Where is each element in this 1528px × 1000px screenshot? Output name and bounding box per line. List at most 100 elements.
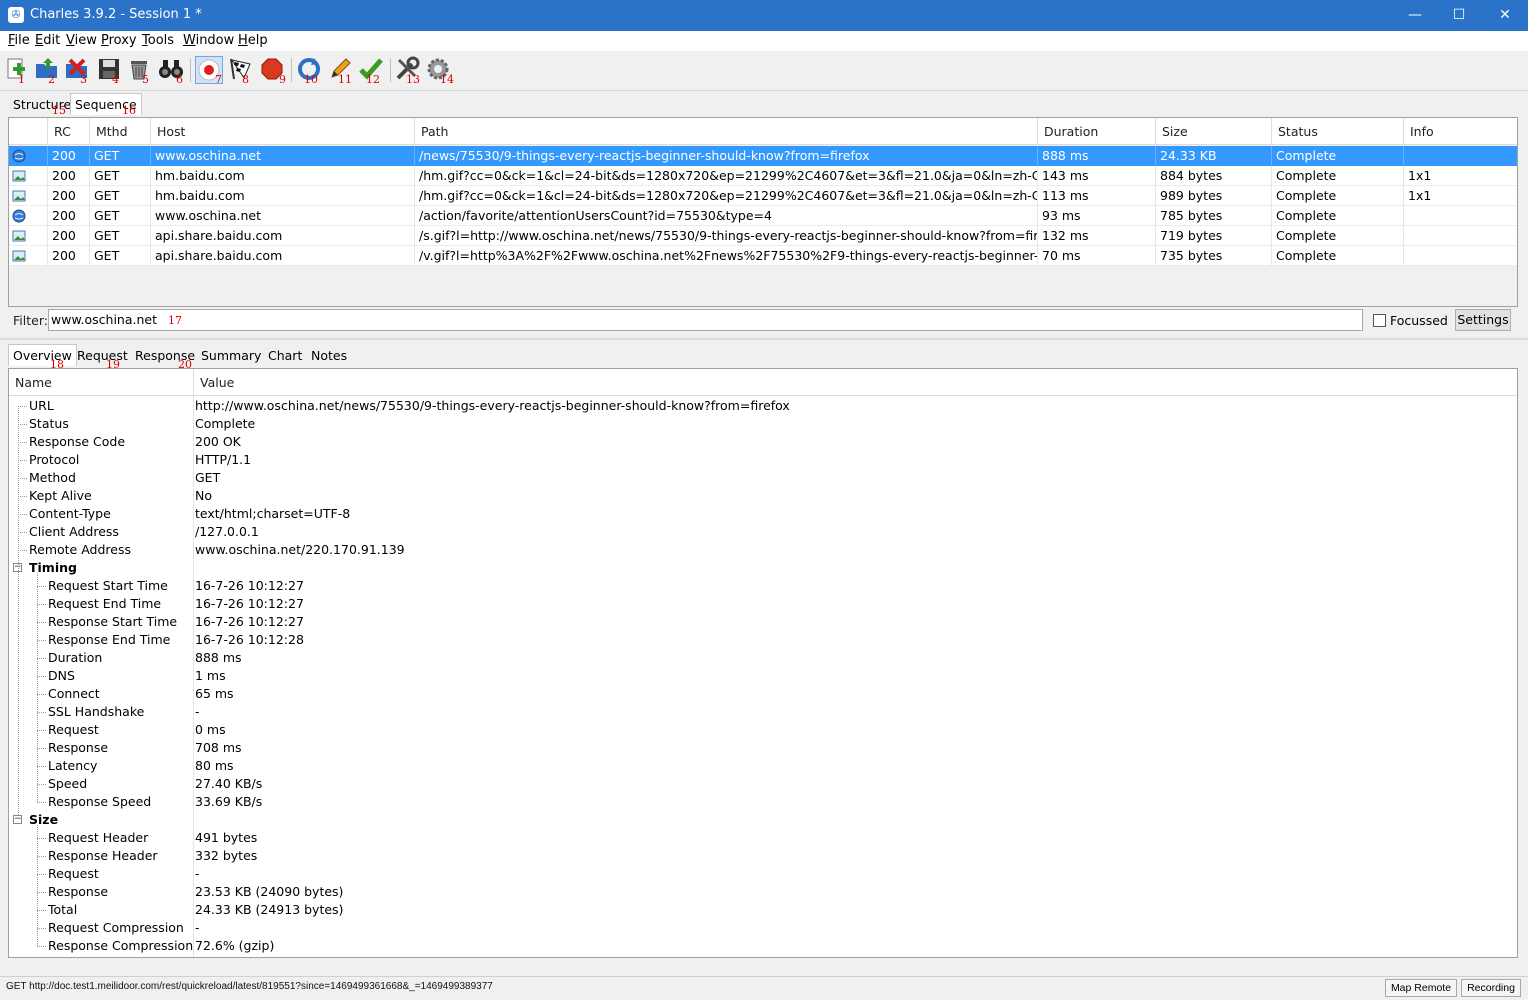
- menu-accelerator: W: [183, 33, 196, 48]
- column-info[interactable]: Info: [1403, 118, 1517, 145]
- property-row: SSL Handshake -: [9, 703, 1517, 721]
- minimize-button[interactable]: —: [1392, 0, 1438, 31]
- tree-line: [37, 825, 38, 946]
- column-size[interactable]: Size: [1155, 118, 1271, 145]
- tree-group[interactable]: Timing −: [9, 559, 1517, 577]
- save-session-icon[interactable]: [96, 56, 124, 84]
- property-name: Total: [48, 902, 78, 917]
- window-title: Charles 3.9.2 - Session 1 *: [30, 7, 202, 22]
- cell-path: /hm.gif?cc=0&ck=1&cl=24-bit&ds=1280x720&…: [414, 166, 1037, 186]
- collapse-icon[interactable]: −: [13, 815, 22, 824]
- tree-line: [18, 514, 27, 515]
- tab-chart[interactable]: Chart: [263, 344, 307, 366]
- menu-accelerator: P: [101, 33, 109, 48]
- annotation-number: 2: [48, 73, 55, 86]
- map-remote-button[interactable]: Map Remote: [1385, 979, 1457, 997]
- request-table: RC Mthd Host Path Duration Size Status I…: [8, 117, 1518, 307]
- close-session-icon[interactable]: [64, 56, 92, 84]
- filter-value: www.oschina.net: [51, 312, 157, 327]
- filter-input[interactable]: www.oschina.net: [48, 309, 1363, 331]
- menu-accelerator: H: [238, 33, 248, 48]
- tree-line: [18, 550, 27, 551]
- tree-line: [18, 460, 27, 461]
- property-value: 23.53 KB (24090 bytes): [195, 884, 344, 899]
- close-button[interactable]: ✕: [1482, 0, 1528, 31]
- column-duration[interactable]: Duration: [1037, 118, 1155, 145]
- property-value: 332 bytes: [195, 848, 258, 863]
- image-icon: [12, 229, 26, 243]
- table-row[interactable]: 200 GET api.share.baidu.com/s.gif?l=http:/…: [9, 226, 1517, 246]
- cell-method: GET: [89, 146, 150, 166]
- tree-line: [18, 532, 27, 533]
- focussed-label[interactable]: Focussed: [1390, 313, 1448, 328]
- cell-host: hm.baidu.com: [150, 186, 414, 206]
- property-value: /127.0.0.1: [195, 524, 259, 539]
- property-value: 27.40 KB/s: [195, 776, 263, 791]
- recording-button[interactable]: Recording: [1461, 979, 1521, 997]
- menu-help[interactable]: Help: [238, 33, 268, 48]
- column-method[interactable]: Mthd: [89, 118, 149, 145]
- clear-session-icon[interactable]: [126, 56, 154, 84]
- cell-status: Complete: [1271, 166, 1403, 186]
- tree-line: [37, 874, 46, 875]
- table-header: RC Mthd Host Path Duration Size Status I…: [9, 118, 1517, 145]
- cell-rc: 200: [47, 146, 89, 166]
- menu-edit[interactable]: Edit: [35, 33, 60, 48]
- property-name: Response: [48, 884, 109, 899]
- property-row: Response Code 200 OK: [9, 433, 1517, 451]
- cell-duration: 132 ms: [1037, 226, 1155, 246]
- cell-method: GET: [89, 246, 150, 266]
- menu-view[interactable]: View: [66, 33, 97, 48]
- table-row[interactable]: 200 GET hm.baidu.com/hm.gif?cc=0&ck=1&cl=2…: [9, 166, 1517, 186]
- tab-summary[interactable]: Summary: [196, 344, 266, 366]
- column-rc[interactable]: RC: [47, 118, 87, 145]
- tree-line: [37, 766, 46, 767]
- table-row[interactable]: 200 GET www.oschina.net/action/favorite/at…: [9, 206, 1517, 226]
- tab-label: Notes: [311, 348, 348, 363]
- column-value[interactable]: Value: [193, 369, 493, 396]
- menu-label: ile: [14, 33, 30, 48]
- annotation-number: 6: [176, 73, 183, 86]
- menu-label: iew: [74, 33, 97, 48]
- title-bar: ✇ Charles 3.9.2 - Session 1 * — ☐ ✕: [0, 0, 1528, 31]
- tab-notes[interactable]: Notes: [306, 344, 352, 366]
- property-value: 1 ms: [195, 668, 226, 683]
- tree-group[interactable]: Size −: [9, 811, 1517, 829]
- tree-line: [37, 946, 46, 947]
- menu-file[interactable]: File: [8, 33, 30, 48]
- property-row: Response 23.53 KB (24090 bytes): [9, 883, 1517, 901]
- property-value: HTTP/1.1: [195, 452, 252, 467]
- settings-button[interactable]: Settings: [1455, 309, 1511, 331]
- column-path[interactable]: Path: [414, 118, 1038, 145]
- menu-window[interactable]: Window: [183, 33, 234, 48]
- tree-line: [37, 694, 46, 695]
- property-value: 491 bytes: [195, 830, 258, 845]
- cell-status: Complete: [1271, 246, 1403, 266]
- focussed-checkbox[interactable]: [1373, 314, 1386, 327]
- view-tabs: Structure Sequence 15 16: [8, 93, 208, 117]
- tab-request[interactable]: Request: [72, 344, 133, 366]
- tree-line: [37, 784, 46, 785]
- maximize-button[interactable]: ☐: [1436, 0, 1482, 31]
- html-icon: [12, 149, 26, 163]
- table-row[interactable]: 200 GET www.oschina.net/news/75530/9-thing…: [9, 146, 1517, 166]
- splitter[interactable]: [0, 338, 1528, 340]
- cell-method: GET: [89, 206, 150, 226]
- tab-overview[interactable]: Overview: [8, 344, 77, 366]
- tree-line: [18, 478, 27, 479]
- property-name: Request Compression: [48, 920, 184, 935]
- annotation-number: 13: [406, 73, 420, 86]
- cell-size: 735 bytes: [1155, 246, 1271, 266]
- cell-info: [1403, 226, 1517, 246]
- column-status[interactable]: Status: [1271, 118, 1403, 145]
- property-row: Response Header 332 bytes: [9, 847, 1517, 865]
- menu-tools[interactable]: Tools: [142, 33, 174, 48]
- tree-line: [37, 730, 46, 731]
- column-host[interactable]: Host: [150, 118, 414, 145]
- tree-line: [37, 910, 46, 911]
- table-row[interactable]: 200 GET api.share.baidu.com/v.gif?l=http%3…: [9, 246, 1517, 266]
- property-row: Content-Type text/html;charset=UTF-8: [9, 505, 1517, 523]
- column-name[interactable]: Name: [9, 369, 193, 396]
- menu-proxy[interactable]: Proxy: [101, 33, 137, 48]
- table-row[interactable]: 200 GET hm.baidu.com/hm.gif?cc=0&ck=1&cl=2…: [9, 186, 1517, 206]
